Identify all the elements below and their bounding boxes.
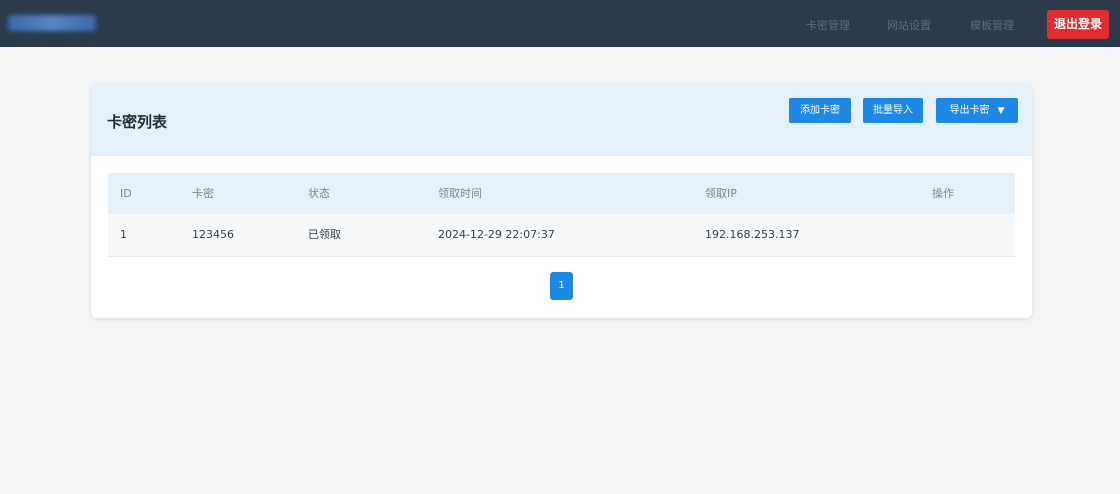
batch-import-button[interactable]: 批量导入 xyxy=(863,98,923,123)
cell-claim-ip: 192.168.253.137 xyxy=(705,228,800,241)
table-header-row: ID 卡密 状态 领取时间 领取IP 操作 xyxy=(108,173,1015,214)
nav-item-card-management[interactable]: 卡密管理 xyxy=(806,17,850,33)
column-header-id: ID xyxy=(120,187,132,200)
page-title: 卡密列表 xyxy=(107,113,168,131)
cell-status: 已领取 xyxy=(308,228,341,241)
cell-card: 123456 xyxy=(192,228,234,241)
watermark xyxy=(985,478,1095,492)
top-navbar: 卡密管理 网站设置 模板管理 退出登录 xyxy=(0,0,1120,47)
column-header-claim-time: 领取时间 xyxy=(438,187,482,200)
column-header-card: 卡密 xyxy=(192,187,214,200)
nav-item-template-management[interactable]: 模板管理 xyxy=(970,17,1014,33)
card-table: ID 卡密 状态 领取时间 领取IP 操作 1 123456 已领取 2024-… xyxy=(108,173,1015,257)
logout-button[interactable]: 退出登录 xyxy=(1047,10,1109,39)
table-row: 1 123456 已领取 2024-12-29 22:07:37 192.168… xyxy=(108,214,1015,257)
export-card-button[interactable]: 导出卡密 ▼ xyxy=(936,98,1018,123)
site-logo[interactable] xyxy=(8,15,96,31)
cell-id: 1 xyxy=(120,228,127,241)
caret-down-icon: ▼ xyxy=(997,106,1005,116)
card-header: 卡密列表 添加卡密 批量导入 导出卡密 ▼ xyxy=(91,84,1032,156)
add-card-button[interactable]: 添加卡密 xyxy=(789,98,851,123)
column-header-status: 状态 xyxy=(308,187,330,200)
export-card-label: 导出卡密 xyxy=(949,105,990,116)
column-header-claim-ip: 领取IP xyxy=(705,187,737,200)
cell-claim-time: 2024-12-29 22:07:37 xyxy=(438,228,555,241)
nav-item-site-settings[interactable]: 网站设置 xyxy=(887,17,931,33)
column-header-actions: 操作 xyxy=(932,187,954,200)
card-list-panel: 卡密列表 添加卡密 批量导入 导出卡密 ▼ ID 卡密 状态 领取时间 领取IP … xyxy=(91,84,1032,318)
page-button-current[interactable]: 1 xyxy=(550,272,573,300)
